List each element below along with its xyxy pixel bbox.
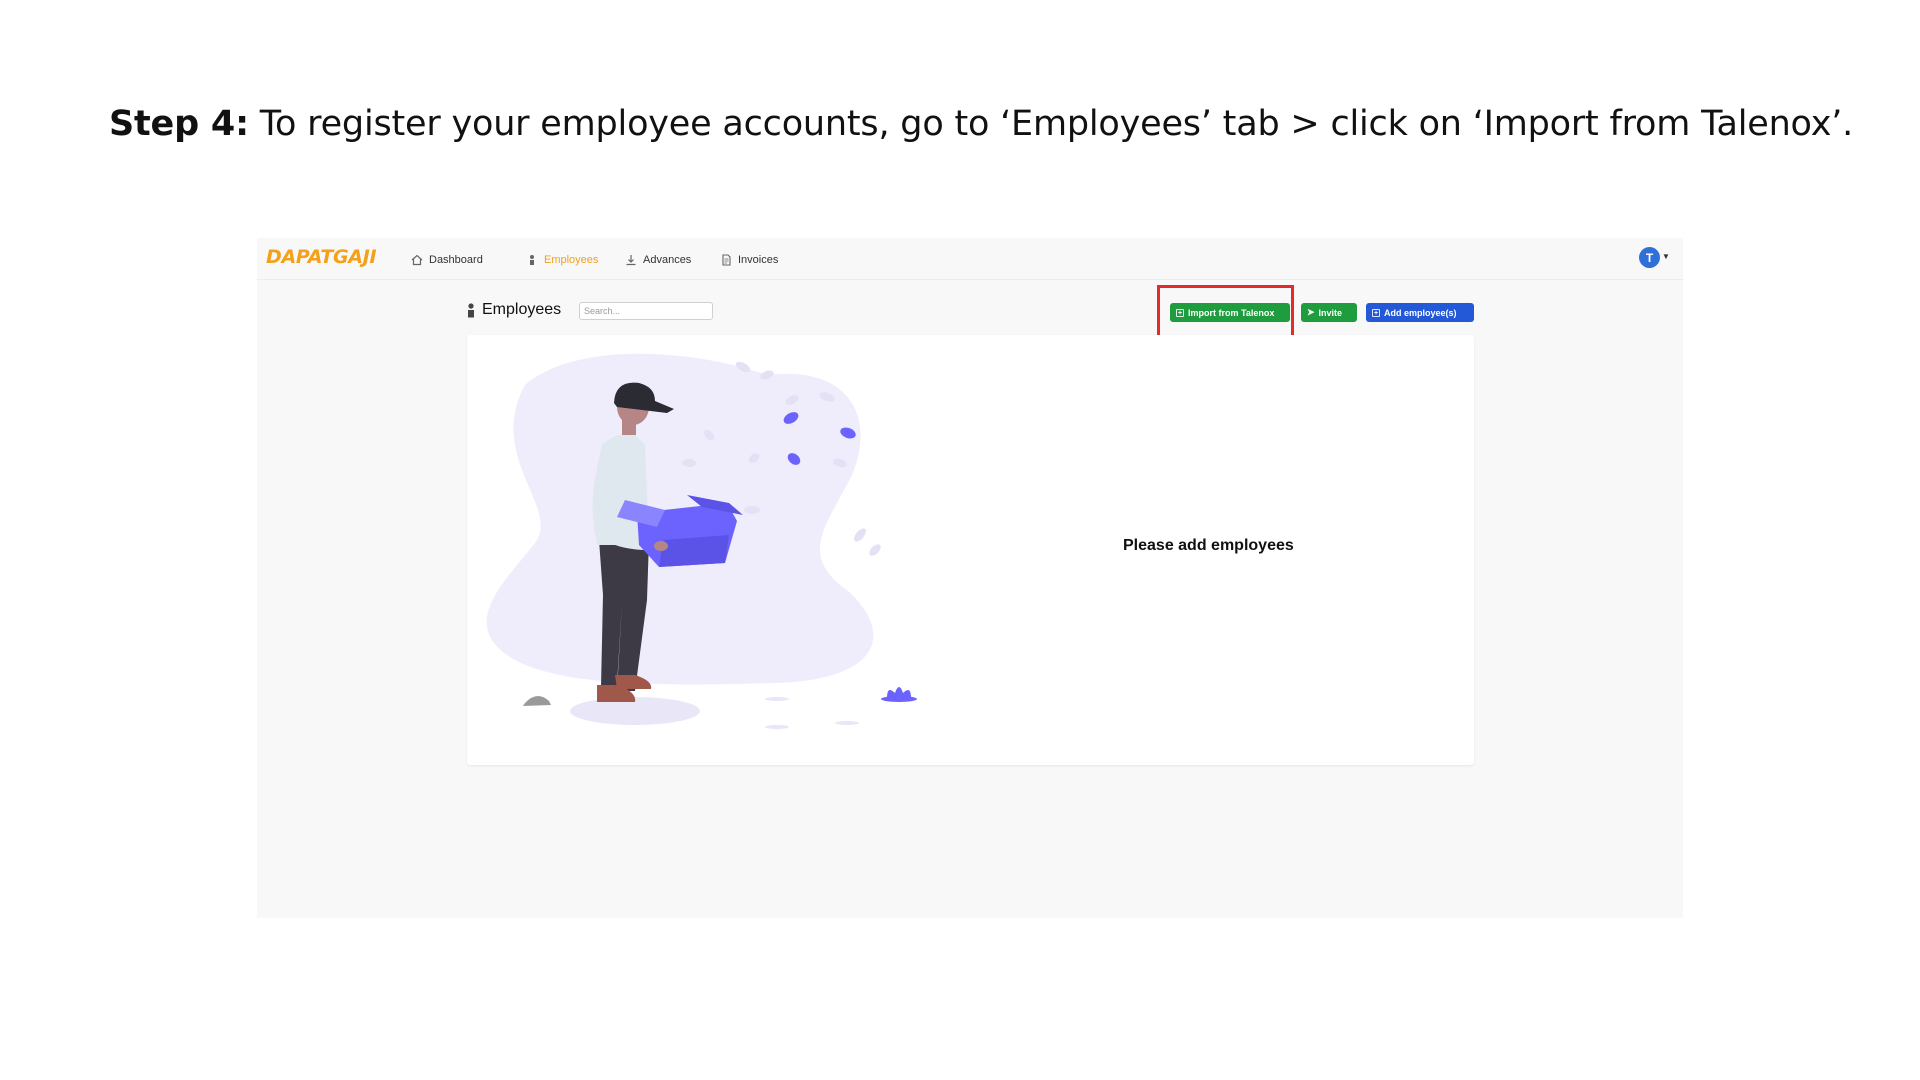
app-logo[interactable]: DAPATGAJI — [266, 246, 377, 268]
empty-box-illustration — [486, 353, 917, 729]
nav-label-advances: Advances — [643, 254, 692, 266]
avatar-initial: T — [1645, 250, 1654, 265]
step-label: Step 4: — [109, 104, 249, 144]
import-button-label: Import from Talenox — [1188, 307, 1275, 318]
app-screenshot: DAPATGAJI Dashboard Employees Advances I… — [257, 238, 1683, 918]
top-navigation-bar: DAPATGAJI Dashboard Employees Advances I… — [257, 238, 1683, 280]
chevron-down-icon[interactable]: ▼ — [1662, 252, 1670, 261]
add-button-label: Add employee(s) — [1384, 307, 1457, 318]
add-employees-button[interactable]: + Add employee(s) — [1366, 303, 1474, 322]
empty-state-message: Please add employees — [1123, 537, 1294, 554]
add-icon: + — [1372, 308, 1380, 317]
import-from-talenox-button[interactable]: + Import from Talenox — [1170, 303, 1290, 322]
search-input[interactable] — [579, 302, 713, 320]
instruction-text: Step 4: To register your employee accoun… — [109, 104, 1853, 144]
empty-state-card: Please add employees — [467, 335, 1474, 765]
person-icon — [468, 302, 474, 317]
nav-label-invoices: Invoices — [738, 254, 779, 266]
invite-button[interactable]: ➤ Invite — [1301, 303, 1357, 322]
user-avatar[interactable]: T — [1639, 247, 1660, 268]
nav-label-dashboard: Dashboard — [429, 254, 483, 266]
nav-item-invoices[interactable]: Invoices — [720, 252, 778, 268]
home-icon — [411, 254, 423, 266]
nav-label-employees: Employees — [544, 254, 599, 266]
invite-button-label: Invite — [1318, 307, 1343, 318]
nav-item-employees[interactable]: Employees — [526, 252, 598, 268]
page-title: Employees — [465, 301, 561, 319]
step-description: To register your employee accounts, go t… — [248, 104, 1854, 144]
import-icon: + — [1176, 308, 1184, 317]
send-icon: ➤ — [1307, 307, 1315, 317]
person-icon — [530, 255, 534, 265]
advance-icon — [626, 255, 636, 266]
document-icon — [722, 254, 731, 266]
page-title-text: Employees — [482, 301, 562, 318]
nav-item-dashboard[interactable]: Dashboard — [411, 252, 483, 268]
nav-item-advances[interactable]: Advances — [625, 252, 691, 268]
